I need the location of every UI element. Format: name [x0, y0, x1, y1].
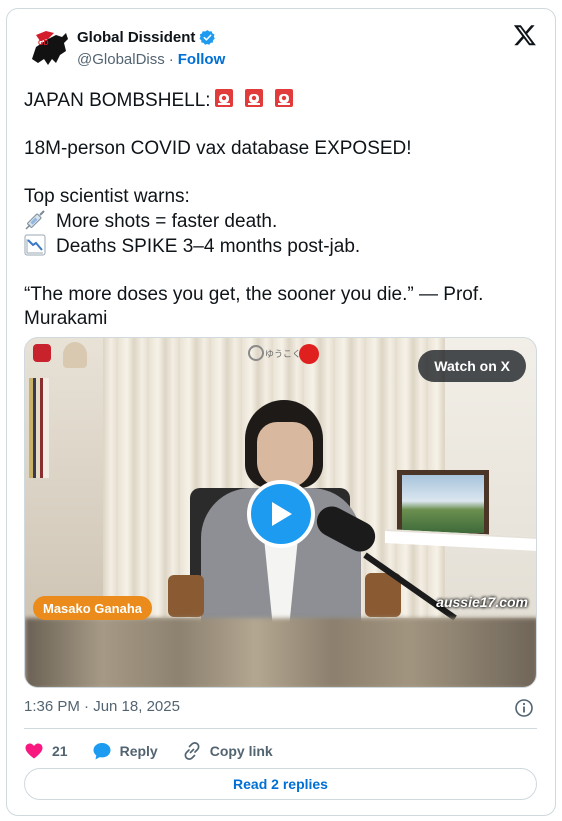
heart-icon: [25, 743, 43, 759]
tweet-headline-line: JAPAN BOMBSHELL:: [24, 87, 534, 113]
divider: [24, 728, 537, 729]
author-handle-row: @GlobalDiss · Follow: [77, 51, 225, 68]
reply-button[interactable]: Reply: [92, 741, 158, 761]
bullet-2-text: Deaths SPIKE 3–4 months post-jab.: [56, 236, 361, 257]
author-name-row: Global Dissident: [77, 29, 216, 46]
avatar[interactable]: GD: [26, 25, 72, 71]
author-display-name[interactable]: Global Dissident: [77, 29, 195, 46]
svg-text:GD: GD: [38, 40, 49, 47]
tweet-quote: “The more doses you get, the sooner you …: [24, 284, 484, 329]
like-button[interactable]: 21: [24, 741, 68, 761]
action-bar: 21 Reply Copy link: [24, 739, 297, 763]
link-icon: [184, 742, 200, 760]
japan-flag-dot: [299, 344, 319, 364]
video-watermark: aussie17.com: [436, 594, 528, 610]
channel-logo-text: ゆうこく: [265, 349, 301, 360]
siren-icon: [244, 89, 263, 107]
tweet-bullet-2: Deaths SPIKE 3–4 months post-jab.: [24, 234, 534, 259]
tweet-timestamp[interactable]: 1:36 PM · Jun 18, 2025: [24, 698, 180, 715]
bullet-1-text: More shots = faster death.: [56, 211, 278, 232]
siren-icon: [214, 89, 233, 107]
verified-badge-icon: [199, 30, 216, 45]
play-button[interactable]: [247, 480, 315, 548]
tweet-headline: JAPAN BOMBSHELL:: [24, 90, 211, 111]
chart-decreasing-icon: [24, 234, 46, 256]
follow-button[interactable]: Follow: [178, 51, 226, 68]
syringe-icon: [25, 210, 45, 230]
tweet-line-2: 18M-person COVID vax database EXPOSED!: [24, 138, 412, 159]
play-icon: [272, 502, 292, 526]
reply-bubble-icon: [93, 743, 111, 760]
watch-on-x-button[interactable]: Watch on X: [418, 350, 526, 382]
x-logo-icon[interactable]: [513, 23, 537, 47]
info-icon[interactable]: [514, 698, 534, 718]
copy-link-label: Copy link: [209, 743, 273, 759]
handle-separator: ·: [168, 51, 174, 68]
tweet-bullet-1: More shots = faster death.: [24, 209, 534, 234]
like-count: 21: [52, 743, 68, 759]
speaker-name-tag: Masako Ganaha: [33, 596, 152, 620]
reply-label: Reply: [119, 743, 158, 759]
tweet-text: JAPAN BOMBSHELL: 18M-person COVID vax da…: [24, 87, 534, 331]
siren-icon: [274, 89, 293, 107]
tweet-line-3: Top scientist warns:: [24, 186, 190, 207]
author-handle[interactable]: @GlobalDiss: [77, 51, 165, 68]
tweet-card: GD Global Dissident @GlobalDiss · Follow…: [6, 8, 556, 816]
read-replies-button[interactable]: Read 2 replies: [24, 768, 537, 800]
video-player[interactable]: ゆうこく Watch on X Masako Ganaha aussie17.c…: [24, 337, 537, 688]
stop-sign-icon: [33, 344, 51, 362]
copy-link-button[interactable]: Copy link: [182, 741, 273, 761]
wall-painting: [397, 470, 489, 538]
